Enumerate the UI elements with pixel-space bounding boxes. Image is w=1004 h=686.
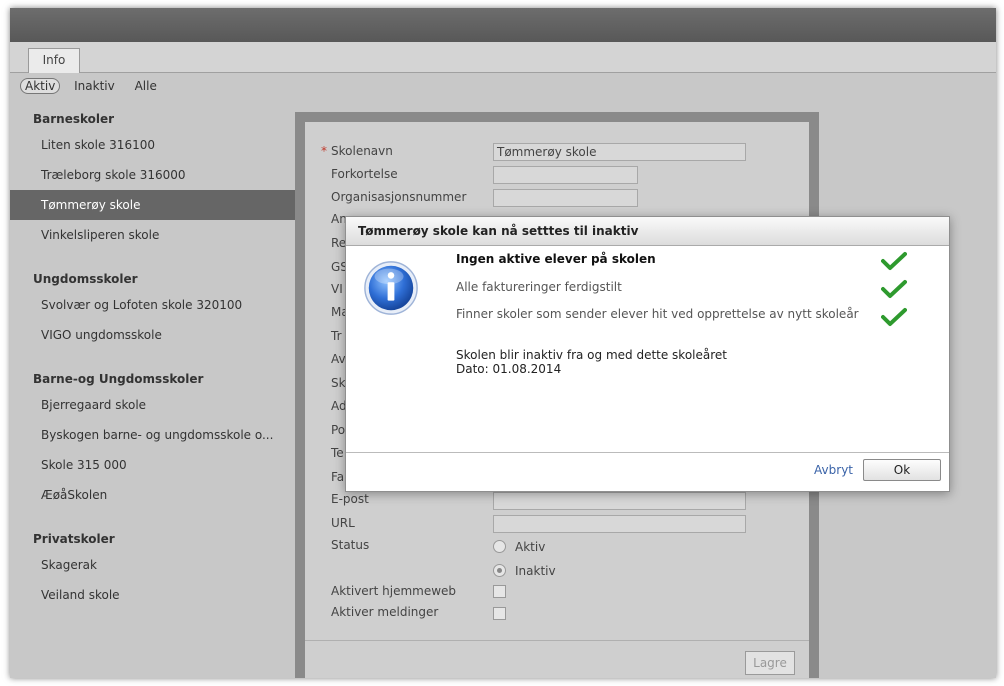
field-label-partial: Fa [331, 470, 345, 484]
url-label: URL [331, 516, 355, 530]
field-label-partial: Re [331, 236, 347, 250]
tab-info[interactable]: Info [28, 48, 80, 73]
orgnr-input[interactable] [493, 189, 638, 207]
aktiver-meldinger-checkbox[interactable] [493, 607, 506, 620]
school-item[interactable]: Skagerak [10, 550, 296, 580]
group-title: Barne-og Ungdomsskoler [33, 372, 204, 386]
save-bar: Lagre [305, 640, 809, 678]
ok-button[interactable]: Ok [863, 459, 941, 481]
field-label-partial: Te [331, 446, 344, 460]
field-label-partial: Av [331, 352, 346, 366]
inactive-date: Dato: 01.08.2014 [456, 362, 562, 376]
required-marker: * [321, 144, 327, 158]
aktiver-meldinger-label: Aktiver meldinger [331, 605, 439, 619]
orgnr-label: Organisasjonsnummer [331, 190, 467, 204]
epost-label: E-post [331, 492, 369, 506]
school-item[interactable]: Vinkelsliperen skole [10, 220, 296, 250]
dialog-title: Tømmerøy skole kan nå setttes til inakti… [346, 217, 949, 246]
filter-alle[interactable]: Alle [135, 79, 157, 93]
school-item[interactable]: VIGO ungdomsskole [10, 320, 296, 350]
forkortelse-input[interactable] [493, 166, 638, 184]
school-item[interactable]: Liten skole 316100 [10, 130, 296, 160]
school-item[interactable]: Byskogen barne- og ungdomsskole o... [10, 420, 296, 450]
skolenavn-label: Skolenavn [331, 144, 393, 158]
save-button[interactable]: Lagre [745, 651, 795, 675]
status-radio-aktiv[interactable] [493, 540, 506, 553]
check-item-no-students: Ingen aktive elever på skolen [456, 252, 656, 266]
school-item[interactable]: Bjerregaard skole [10, 390, 296, 420]
checkmark-icon [881, 308, 907, 326]
checkmark-icon [881, 252, 907, 270]
deactivate-dialog: Tømmerøy skole kan nå setttes til inakti… [345, 216, 950, 492]
status-radio-inaktiv[interactable] [493, 564, 506, 577]
status-label: Status [331, 538, 370, 552]
status-filter: Aktiv Inaktiv Alle [20, 78, 173, 94]
inactive-note-text: Skolen blir inaktiv fra og med dette sko… [456, 348, 728, 362]
school-item[interactable]: Træleborg skole 316000 [10, 160, 296, 190]
status-inaktiv-label: Inaktiv [515, 564, 556, 578]
url-input[interactable] [493, 515, 746, 533]
inactive-note: Skolen blir inaktiv fra og med dette sko… [456, 348, 727, 376]
field-label-partial: VI [331, 282, 343, 296]
school-list: Barneskoler Liten skole 316100 Træleborg… [10, 108, 296, 610]
aktivert-hjemmeweb-label: Aktivert hjemmeweb [331, 584, 457, 598]
school-item[interactable]: ÆøåSkolen [10, 480, 296, 510]
field-label-partial: Sk [331, 376, 346, 390]
school-item[interactable]: Veiland skole [10, 580, 296, 610]
cancel-link[interactable]: Avbryt [814, 463, 853, 477]
school-item[interactable]: Skole 315 000 [10, 450, 296, 480]
aktivert-hjemmeweb-checkbox[interactable] [493, 585, 506, 598]
filter-inaktiv[interactable]: Inaktiv [74, 79, 115, 93]
school-item[interactable]: Svolvær og Lofoten skole 320100 [10, 290, 296, 320]
check-item-feeder-schools: Finner skoler som sender elever hit ved … [456, 307, 859, 321]
group-title: Ungdomsskoler [33, 272, 138, 286]
tab-strip: Info [10, 42, 996, 73]
check-item-invoicing: Alle faktureringer ferdigstilt [456, 280, 622, 294]
group-title: Privatskoler [33, 532, 115, 546]
field-label-partial: Tr [331, 329, 342, 343]
forkortelse-label: Forkortelse [331, 167, 398, 181]
info-icon [364, 261, 418, 315]
skolenavn-input[interactable]: Tømmerøy skole [493, 143, 746, 161]
title-bar [10, 8, 996, 42]
epost-input[interactable] [493, 492, 746, 510]
filter-aktiv[interactable]: Aktiv [20, 78, 61, 94]
checkmark-icon [881, 280, 907, 298]
status-aktiv-label: Aktiv [515, 540, 546, 554]
dialog-footer: Avbryt Ok [346, 452, 949, 491]
school-item-selected[interactable]: Tømmerøy skole [10, 190, 296, 220]
group-title: Barneskoler [33, 112, 115, 126]
field-label-partial: Po [331, 423, 346, 437]
